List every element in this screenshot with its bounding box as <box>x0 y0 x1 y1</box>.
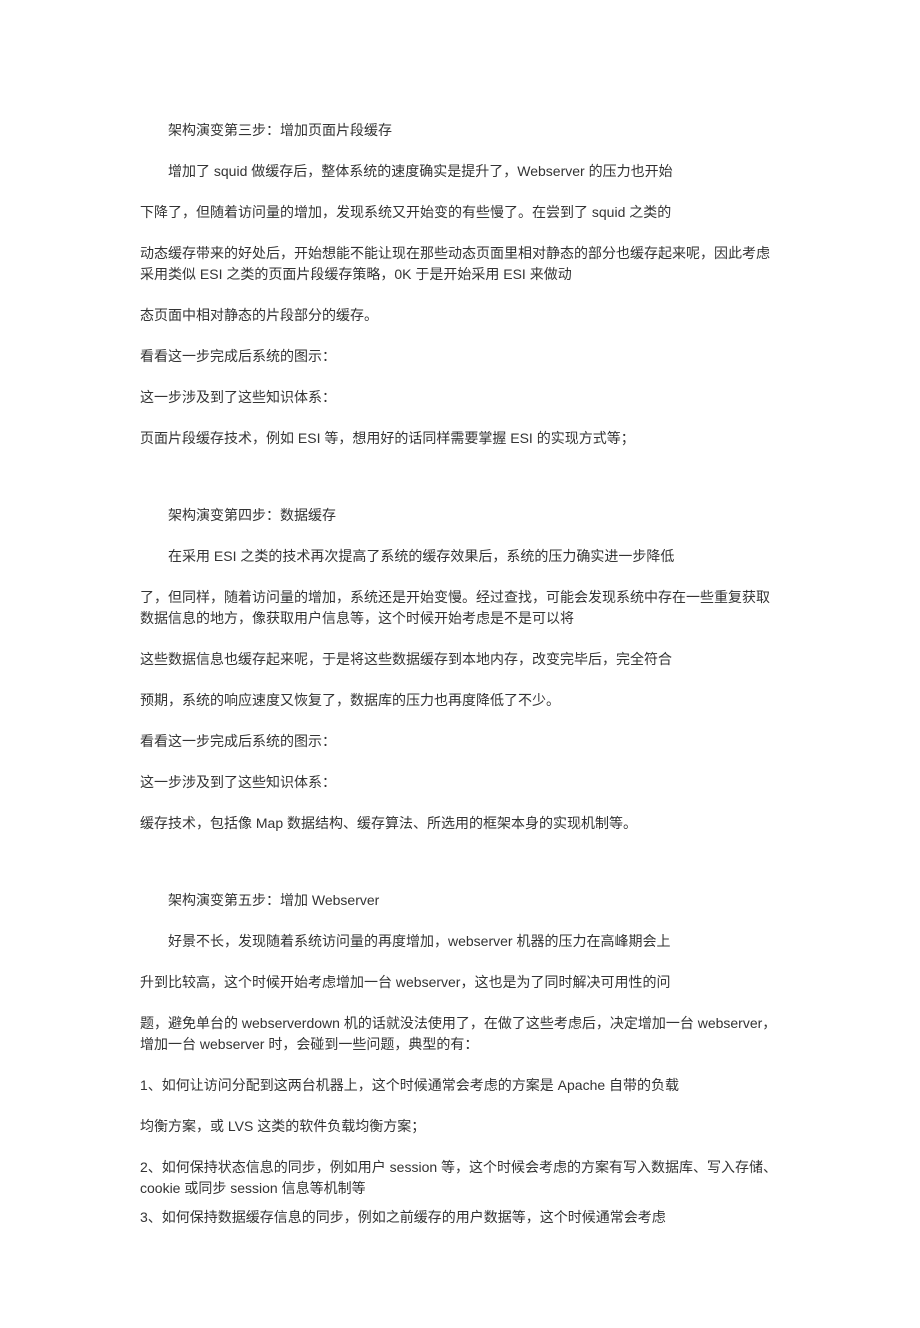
section5-line2: 升到比较高，这个时候开始考虑增加一台 webserver，这也是为了同时解决可用… <box>140 972 780 993</box>
section5-line4: 1、如何让访问分配到这两台机器上，这个时候通常会考虑的方案是 Apache 自带… <box>140 1075 780 1096</box>
section4-line4: 预期，系统的响应速度又恢复了，数据库的压力也再度降低了不少。 <box>140 690 780 711</box>
section3-title: 架构演变第三步：增加页面片段缓存 <box>140 120 780 141</box>
section4-line5: 看看这一步完成后系统的图示： <box>140 731 780 752</box>
section3-line1: 增加了 squid 做缓存后，整体系统的速度确实是提升了，Webserver 的… <box>140 161 780 182</box>
section3-line4: 态页面中相对静态的片段部分的缓存。 <box>140 305 780 326</box>
section4-title: 架构演变第四步：数据缓存 <box>140 505 780 526</box>
section4-line3: 这些数据信息也缓存起来呢，于是将这些数据缓存到本地内存，改变完毕后，完全符合 <box>140 649 780 670</box>
section5-line3: 题，避免单台的 webserverdown 机的话就没法使用了，在做了这些考虑后… <box>140 1013 780 1055</box>
section5-line1: 好景不长，发现随着系统访问量的再度增加，webserver 机器的压力在高峰期会… <box>140 931 780 952</box>
section4-line7: 缓存技术，包括像 Map 数据结构、缓存算法、所选用的框架本身的实现机制等。 <box>140 813 780 834</box>
section5-line6: 2、如何保持状态信息的同步，例如用户 session 等，这个时候会考虑的方案有… <box>140 1157 780 1199</box>
section3-line5: 看看这一步完成后系统的图示： <box>140 346 780 367</box>
section3-line3: 动态缓存带来的好处后，开始想能不能让现在那些动态页面里相对静态的部分也缓存起来呢… <box>140 243 780 285</box>
section5-line5: 均衡方案，或 LVS 这类的软件负载均衡方案； <box>140 1116 780 1137</box>
section3-line7: 页面片段缓存技术，例如 ESI 等，想用好的话同样需要掌握 ESI 的实现方式等… <box>140 428 780 449</box>
section3-line2: 下降了，但随着访问量的增加，发现系统又开始变的有些慢了。在尝到了 squid 之… <box>140 202 780 223</box>
section5-title: 架构演变第五步：增加 Webserver <box>140 890 780 911</box>
section4-line2: 了，但同样，随着访问量的增加，系统还是开始变慢。经过查找，可能会发现系统中存在一… <box>140 587 780 629</box>
section4-line1: 在采用 ESI 之类的技术再次提高了系统的缓存效果后，系统的压力确实进一步降低 <box>140 546 780 567</box>
section3-line6: 这一步涉及到了这些知识体系： <box>140 387 780 408</box>
document-page: 架构演变第三步：增加页面片段缓存 增加了 squid 做缓存后，整体系统的速度确… <box>0 0 920 1328</box>
section5-line7: 3、如何保持数据缓存信息的同步，例如之前缓存的用户数据等，这个时候通常会考虑 <box>140 1207 780 1228</box>
section4-line6: 这一步涉及到了这些知识体系： <box>140 772 780 793</box>
